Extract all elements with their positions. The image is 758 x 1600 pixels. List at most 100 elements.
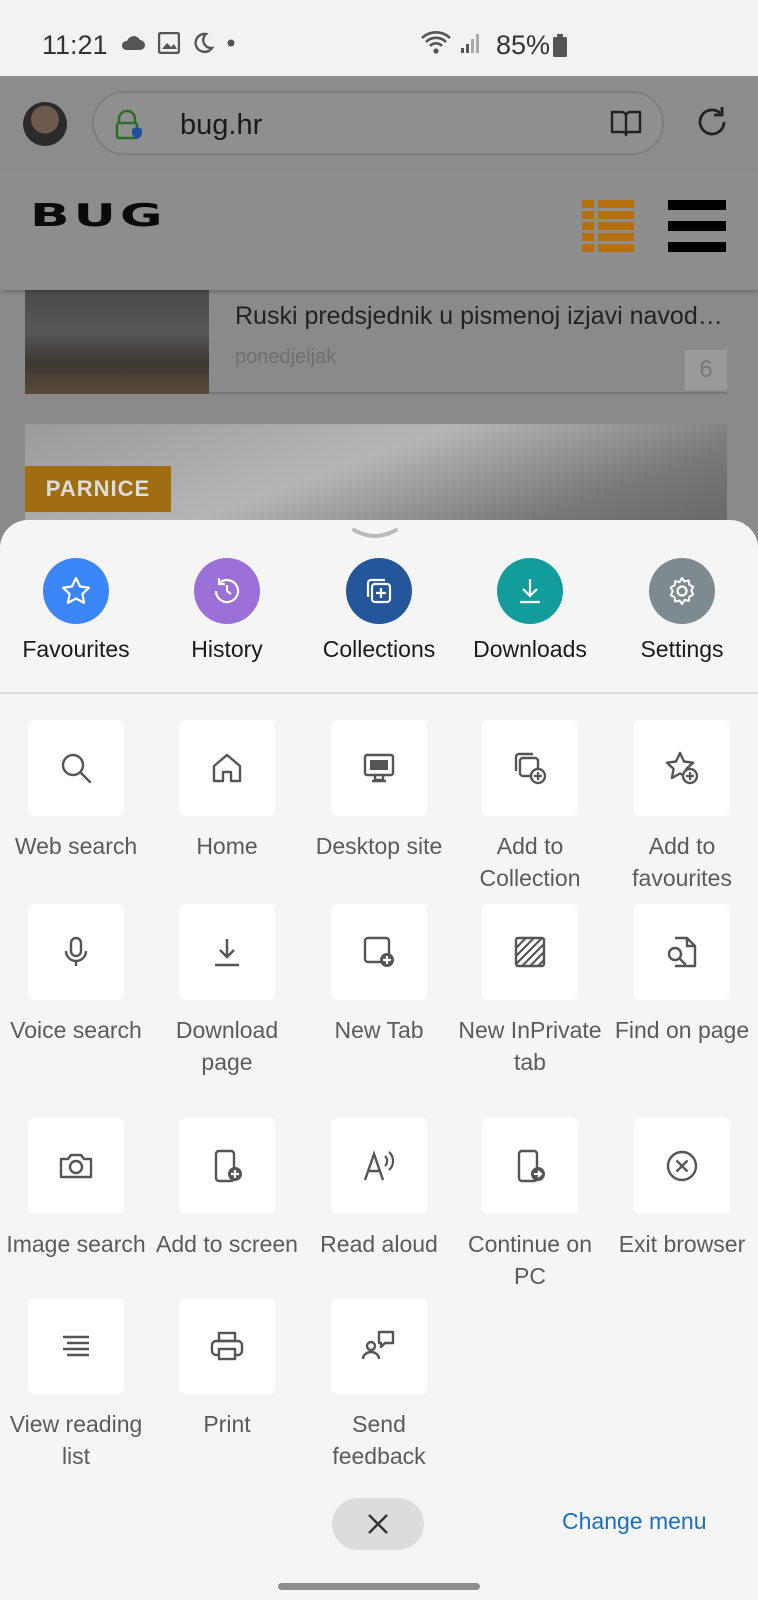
status-time: 11:21 [42,30,108,60]
continue-on-pc-icon [517,1149,545,1183]
hamburger-menu-icon[interactable] [668,200,726,252]
category-tag[interactable]: PARNICE [25,466,171,512]
menu-item-send-feedback[interactable]: Send feedback [303,1298,455,1472]
menu-item-view-reading-list[interactable]: View reading list [0,1298,152,1472]
menu-item-add-to-screen[interactable]: Add to screen [151,1118,303,1260]
site-header: BUG [0,172,758,290]
menu-item-download-page[interactable]: Download page [151,904,303,1078]
menu-item-label: Download page [175,1017,279,1075]
reader-mode-icon[interactable] [610,109,642,137]
home-icon [212,753,242,783]
article-card[interactable]: Ruski predsjednik u pismenoj izjavi navo… [25,290,727,394]
menu-item-add-to-collection[interactable]: Add to Collection [454,720,606,894]
exit-browser-button[interactable] [634,1118,730,1214]
desktop-site-button[interactable] [331,720,427,816]
read-aloud-button[interactable] [331,1118,427,1214]
collections-circle[interactable] [346,558,412,624]
battery-icon [553,34,567,57]
menu-item-label: Image search [6,1231,146,1257]
new-tab-button[interactable] [331,904,427,1000]
menu-item-new-inprivate-tab[interactable]: New InPrivate tab [454,904,606,1078]
home-button[interactable] [179,720,275,816]
menu-item-continue-on-pc[interactable]: Continue on PC [454,1118,606,1292]
list-icon[interactable] [582,200,634,252]
menu-item-voice-search[interactable]: Voice search [0,904,152,1046]
read-aloud-icon [363,1150,395,1181]
profile-avatar[interactable] [23,102,67,146]
quick-action-collections[interactable]: Collections [303,558,455,663]
menu-item-label: Desktop site [315,833,443,859]
send-feedback-button[interactable] [331,1298,427,1394]
voice-search-button[interactable] [28,904,124,1000]
print-button[interactable] [179,1298,275,1394]
inprivate-icon [514,936,546,968]
quick-action-label: Downloads [473,636,587,662]
menu-item-find-on-page[interactable]: Find on page [606,904,758,1046]
menu-item-read-aloud[interactable]: Read aloud [303,1118,455,1260]
quick-action-label: Collections [322,636,436,662]
menu-item-label: Continue on PC [467,1231,593,1289]
connectivity-icons [420,30,482,56]
lock-shield-icon[interactable] [114,109,142,141]
add-to-screen-icon [214,1149,242,1183]
menu-item-label: Home [196,833,258,859]
article-thumbnail[interactable] [25,290,209,394]
favourites-circle[interactable] [43,558,109,624]
history-circle[interactable] [194,558,260,624]
browser-menu-sheet: Favourites History Collections Downloads… [0,520,758,1600]
home-indicator[interactable] [278,1583,480,1590]
quick-action-history[interactable]: History [151,558,303,663]
quick-action-favourites[interactable]: Favourites [0,558,152,663]
add-favourite-icon [665,751,699,785]
add-to-collection-button[interactable] [482,720,578,816]
image-search-button[interactable] [28,1118,124,1214]
menu-item-print[interactable]: Print [151,1298,303,1440]
menu-item-add-to-favourites[interactable]: Add to favourites [606,720,758,894]
add-to-screen-button[interactable] [179,1118,275,1214]
status-bar: 11:21 85% [0,0,758,76]
new-inprivate-tab-button[interactable] [482,904,578,1000]
menu-item-exit-browser[interactable]: Exit browser [606,1118,758,1260]
battery-percentage: 85% [496,30,551,60]
quick-action-downloads[interactable]: Downloads [454,558,606,663]
add-to-favourites-button[interactable] [634,720,730,816]
downloads-circle[interactable] [497,558,563,624]
refresh-icon[interactable] [694,104,730,140]
add-collection-icon [514,752,547,785]
article-snippet[interactable]: Ruski predsjednik u pismenoj izjavi navo… [235,302,723,331]
address-bar[interactable]: bug.hr [92,91,664,155]
comment-count[interactable]: 6 [685,350,727,390]
article-date: ponedjeljak [235,346,337,368]
article-underline [209,392,727,394]
download-page-button[interactable] [179,904,275,1000]
continue-on-pc-button[interactable] [482,1118,578,1214]
signal-icon [461,34,479,53]
browser-toolbar: bug.hr [0,76,758,172]
find-on-page-button[interactable] [634,904,730,1000]
url-text[interactable]: bug.hr [180,109,262,142]
view-reading-list-button[interactable] [28,1298,124,1394]
menu-item-label: Web search [14,833,138,859]
camera-icon [59,1153,93,1179]
menu-item-desktop-site[interactable]: Desktop site [303,720,455,862]
menu-item-new-tab[interactable]: New Tab [303,904,455,1046]
change-menu-link[interactable]: Change menu [562,1508,707,1535]
quick-action-settings[interactable]: Settings [606,558,758,663]
web-page: BUG Ruski predsjednik u pismenoj izjavi … [0,172,758,552]
new-tab-icon [363,936,394,967]
drag-handle[interactable] [352,528,398,540]
site-logo[interactable]: BUG [30,198,167,234]
menu-item-web-search[interactable]: Web search [0,720,152,862]
menu-item-home[interactable]: Home [151,720,303,862]
cloud-icon [121,36,145,50]
collections-icon [366,578,392,604]
web-search-button[interactable] [28,720,124,816]
settings-circle[interactable] [649,558,715,624]
dot-icon [227,39,235,47]
menu-item-label: New InPrivate tab [458,1017,602,1075]
close-menu-button[interactable] [332,1498,424,1550]
menu-item-image-search[interactable]: Image search [0,1118,152,1260]
menu-item-label: Find on page [614,1017,750,1043]
microphone-icon [64,936,88,966]
quick-action-label: Favourites [22,636,130,662]
